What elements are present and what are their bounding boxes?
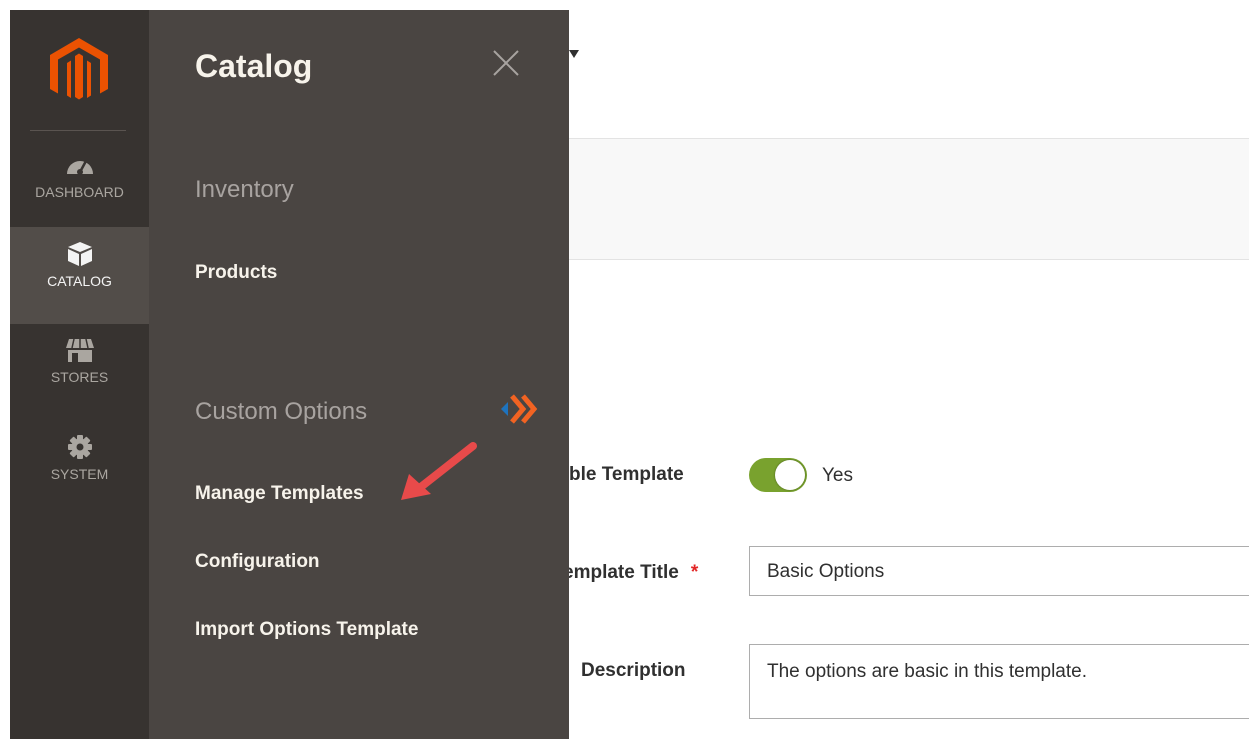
sidebar-item-dashboard[interactable]: DASHBOARD [10, 138, 149, 235]
enable-template-toggle[interactable] [749, 458, 807, 492]
gear-icon [67, 435, 92, 459]
flyout-title: Catalog [195, 48, 313, 84]
template-title-label-text: emplate Title [563, 562, 679, 583]
sidebar-item-label: DASHBOARD [35, 184, 124, 200]
sidebar-item-label: STORES [50, 369, 109, 385]
annotation-arrow-icon [401, 442, 477, 500]
description-label: Description [581, 660, 686, 681]
sidebar-item-stores[interactable]: STORES [10, 323, 149, 420]
logo-divider [30, 130, 126, 131]
required-asterisk: * [690, 562, 699, 583]
menu-link-products[interactable]: Products [195, 262, 277, 284]
dropdown-caret-icon [569, 50, 579, 58]
section-title-custom-options: Custom Options [195, 398, 368, 425]
sidebar-item-label: SYSTEM [50, 466, 109, 482]
speedometer-icon [66, 160, 93, 175]
description-textarea[interactable]: The options are basic in this template. [749, 644, 1249, 719]
close-icon[interactable] [489, 46, 523, 80]
toggle-knob [775, 460, 805, 490]
sidebar-item-system[interactable]: SYSTEM [10, 420, 149, 517]
template-title-input[interactable]: Basic Options [749, 546, 1249, 596]
template-title-label: emplate Title * [563, 562, 698, 584]
magento-logo-icon[interactable] [50, 38, 108, 106]
screenshot-frame-left [0, 0, 10, 739]
cube-icon [67, 242, 92, 266]
menu-link-import-options-template[interactable]: Import Options Template [195, 619, 418, 641]
admin-sidebar: DASHBOARD CATALOG STORES SYSTEM [10, 10, 149, 739]
catalog-flyout-menu: Catalog Inventory Products Custom Option… [149, 10, 569, 739]
menu-link-manage-templates[interactable]: Manage Templates [195, 483, 364, 505]
sidebar-item-label: CATALOG [47, 273, 112, 289]
section-title-inventory: Inventory [195, 176, 294, 203]
sidebar-item-catalog[interactable]: CATALOG [10, 227, 149, 324]
enable-template-value: Yes [822, 465, 853, 486]
menu-link-configuration[interactable]: Configuration [195, 551, 320, 573]
page-actions-strip [569, 138, 1249, 260]
enable-template-label: ble Template [569, 464, 684, 485]
storefront-icon [65, 338, 94, 362]
screenshot-frame-top [0, 0, 1249, 10]
double-chevron-icon [501, 394, 538, 424]
